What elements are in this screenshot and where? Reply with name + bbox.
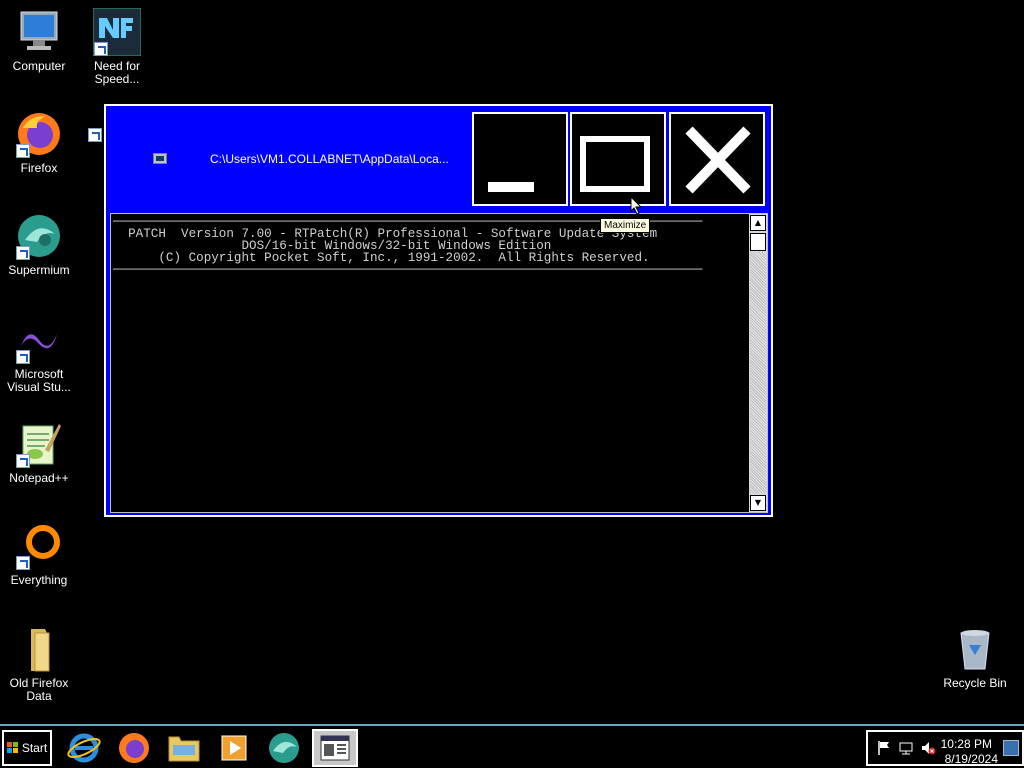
maximize-button[interactable]	[570, 112, 666, 206]
shortcut-arrow-icon	[16, 454, 30, 468]
desktop-icon-label: Everything	[10, 573, 68, 587]
close-icon	[685, 126, 751, 194]
shortcut-arrow-icon	[16, 144, 30, 158]
console-window[interactable]: C:\Users\VM1.COLLABNET\AppData\Loca... ─…	[104, 104, 773, 517]
minimize-button[interactable]	[472, 112, 568, 206]
folder-icon	[15, 625, 63, 673]
desktop-icon-label: Computer	[12, 59, 66, 73]
action-center-flag-icon[interactable]	[876, 740, 892, 756]
show-desktop-icon[interactable]	[1003, 740, 1019, 756]
start-button[interactable]: Start	[2, 730, 52, 766]
vertical-scrollbar[interactable]: ▲ ▼	[749, 214, 767, 512]
scroll-down-arrow-icon[interactable]: ▼	[750, 495, 766, 511]
desktop-icon-need-for-speed[interactable]: Need for Speed...	[78, 7, 156, 86]
desktop-icon-label: Supermium	[8, 263, 70, 277]
windows-logo-icon	[6, 742, 18, 753]
taskbar-file-explorer[interactable]	[162, 728, 206, 768]
taskbar-supermium[interactable]	[262, 728, 306, 768]
computer-icon	[15, 8, 63, 56]
system-tray: 10:28 PM 8/19/2024	[866, 730, 1024, 766]
desktop-icon-everything[interactable]: Everything	[0, 522, 78, 587]
notepad-plus-plus-icon	[15, 420, 63, 468]
shortcut-arrow-icon	[16, 350, 30, 364]
nfs-game-icon	[92, 7, 142, 57]
desktop-icon-label: Recycle Bin	[943, 676, 1007, 690]
window-title: C:\Users\VM1.COLLABNET\AppData\Loca...	[210, 152, 449, 166]
desktop-icon-label: Notepad++	[9, 471, 69, 485]
desktop-icon-visual-studio[interactable]: Microsoft Visual Stu...	[0, 316, 78, 394]
maximize-tooltip: Maximize	[600, 218, 651, 233]
close-button[interactable]	[669, 112, 765, 206]
vlc-icon	[70, 110, 104, 158]
taskbar-console-active[interactable]	[312, 729, 358, 767]
clock-time[interactable]: 10:28 PM	[941, 737, 992, 751]
title-bar[interactable]: C:\Users\VM1.COLLABNET\AppData\Loca...	[106, 106, 771, 209]
volume-muted-icon[interactable]	[920, 740, 936, 756]
internet-explorer-icon	[67, 733, 101, 763]
supermium-icon	[269, 733, 299, 763]
desktop-icon-firefox[interactable]: Firefox	[0, 110, 78, 175]
taskbar-firefox[interactable]	[112, 728, 156, 768]
taskbar-media-player[interactable]	[212, 728, 256, 768]
shortcut-arrow-icon	[16, 246, 30, 260]
console-line: ────────────────────────────────────────…	[113, 263, 703, 277]
desktop-icon-label: Old Firefox Data	[9, 676, 69, 703]
recycle-bin-icon	[951, 625, 999, 673]
taskbar-internet-explorer[interactable]	[62, 728, 106, 768]
desktop-icon-label: Firefox	[20, 161, 58, 175]
shortcut-arrow-icon	[94, 42, 108, 56]
shortcut-arrow-icon	[16, 556, 30, 570]
everything-search-icon	[15, 522, 63, 570]
console-window-icon	[320, 735, 350, 761]
desktop-icon-supermium[interactable]: Supermium	[0, 212, 78, 277]
network-icon[interactable]	[898, 740, 914, 756]
desktop-icon-old-firefox-data[interactable]: Old Firefox Data	[0, 625, 78, 703]
console-app-icon[interactable]	[153, 153, 167, 164]
firefox-icon	[119, 733, 149, 763]
desktop-icon-notepad-plus-plus[interactable]: Notepad++	[0, 420, 78, 485]
console-client-area[interactable]: ────────────────────────────────────────…	[110, 213, 768, 513]
mouse-cursor-icon	[630, 196, 643, 215]
clock-date[interactable]: 8/19/2024	[945, 752, 998, 766]
folder-icon	[168, 736, 200, 762]
desktop-icon-label: Microsoft Visual Stu...	[7, 367, 71, 394]
shortcut-arrow-icon	[88, 128, 102, 142]
desktop-icon-vl[interactable]: VL	[70, 110, 104, 162]
desktop-icon-computer[interactable]: Computer	[0, 8, 78, 73]
desktop-icon-recycle-bin[interactable]: Recycle Bin	[936, 625, 1014, 690]
console-output[interactable]: ────────────────────────────────────────…	[111, 214, 747, 512]
minimize-icon	[488, 182, 534, 192]
maximize-icon	[580, 136, 650, 192]
scroll-up-arrow-icon[interactable]: ▲	[750, 215, 766, 231]
media-player-icon	[221, 735, 247, 761]
start-label: Start	[21, 741, 48, 755]
visual-studio-icon	[15, 316, 63, 364]
scrollbar-thumb[interactable]	[750, 233, 766, 251]
taskbar: Start 10:28 PM 8/19/2024	[0, 724, 1024, 768]
desktop-icon-label: Need for Speed...	[93, 59, 141, 86]
firefox-icon	[15, 110, 63, 158]
scrollbar-track[interactable]	[750, 252, 766, 493]
supermium-icon	[15, 212, 63, 260]
